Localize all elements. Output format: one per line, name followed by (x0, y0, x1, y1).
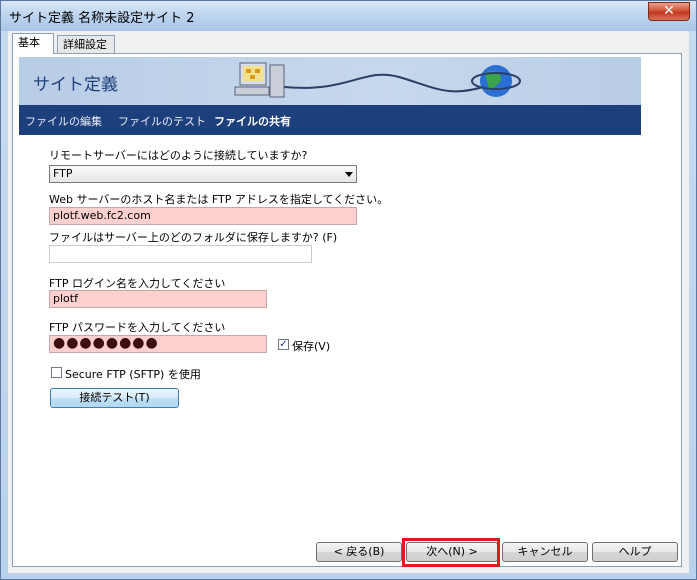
next-button-highlight (402, 538, 500, 567)
save-password-checkbox[interactable]: ✓ (278, 339, 289, 350)
connect-method-select[interactable]: FTP (49, 165, 357, 183)
chevron-down-icon (345, 172, 353, 177)
help-button[interactable]: ヘルプ (592, 542, 678, 562)
password-label: FTP パスワードを入力してください (49, 321, 226, 334)
dialog-client-area: 基本 詳細設定 サイト定義 ファイルの編集 ファイルのテスト ファイルの共有 リ… (8, 31, 689, 573)
basic-tab-panel: サイト定義 ファイルの編集 ファイルのテスト ファイルの共有 リモートサーバーに… (12, 53, 682, 567)
connection-test-button[interactable]: 接続テスト(T) (50, 388, 179, 408)
wizard-banner: サイト定義 (19, 57, 641, 105)
sftp-label: Secure FTP (SFTP) を使用 (65, 368, 201, 381)
folder-label: ファイルはサーバー上のどのフォルダに保存しますか? (F) (49, 231, 338, 244)
back-button[interactable]: < 戻る(B) (316, 542, 402, 562)
cancel-button[interactable]: キャンセル (502, 542, 588, 562)
remote-folder-input[interactable] (49, 245, 312, 263)
wizard-step-bar: ファイルの編集 ファイルのテスト ファイルの共有 (19, 105, 641, 135)
tab-advanced[interactable]: 詳細設定 (57, 35, 115, 53)
step-file-test: ファイルのテスト (118, 115, 206, 128)
site-definition-window: サイト定義 名称未設定サイト 2 ✕ 基本 詳細設定 サイト定義 ファイルの編集… (0, 0, 697, 580)
sftp-checkbox[interactable] (51, 367, 62, 378)
step-file-edit: ファイルの編集 (25, 115, 102, 128)
host-label: Web サーバーのホスト名または FTP アドレスを指定してください。 (49, 193, 389, 206)
window-title: サイト定義 名称未設定サイト 2 (9, 11, 195, 26)
connect-method-label: リモートサーバーにはどのように接続していますか? (49, 149, 308, 162)
close-button[interactable]: ✕ (648, 2, 690, 21)
password-mask: ●●●●●●●● (53, 335, 159, 351)
ftp-host-input[interactable]: plotf.web.fc2.com (49, 207, 357, 225)
ftp-password-input[interactable]: ●●●●●●●● (49, 335, 267, 353)
checkmark-icon: ✓ (279, 339, 288, 350)
network-illustration-icon (234, 62, 521, 98)
ftp-login-input[interactable]: plotf (49, 290, 267, 308)
step-file-share: ファイルの共有 (214, 115, 291, 128)
title-bar[interactable]: サイト定義 名称未設定サイト 2 ✕ (1, 1, 696, 31)
save-password-label: 保存(V) (292, 340, 331, 353)
tab-basic[interactable]: 基本 (12, 33, 54, 54)
login-label: FTP ログイン名を入力してください (49, 277, 226, 290)
close-icon: ✕ (663, 3, 675, 19)
connect-method-value: FTP (53, 167, 73, 180)
